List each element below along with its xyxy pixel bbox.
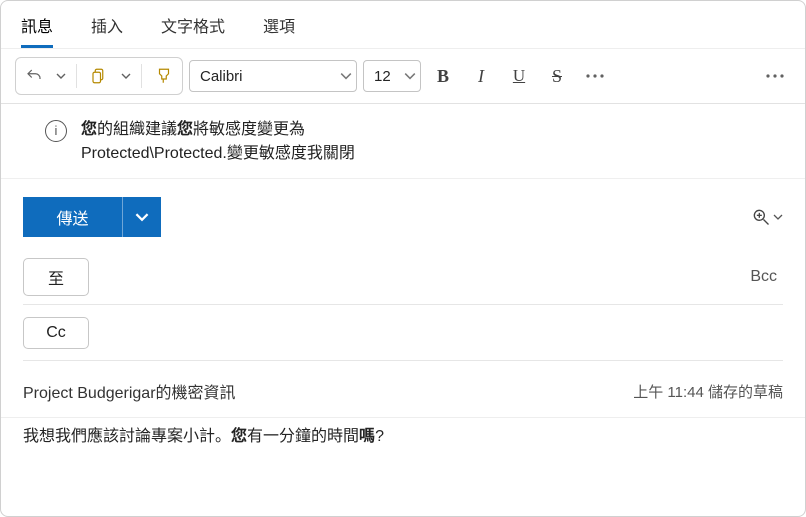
to-input[interactable] [107, 264, 726, 289]
ribbon-tabs: 訊息 插入 文字格式 選項 [1, 1, 805, 48]
chevron-down-icon [404, 70, 416, 82]
font-size-value: 12 [374, 68, 391, 85]
paste-button[interactable] [83, 60, 115, 92]
toolbar-overflow-button[interactable] [759, 60, 791, 92]
divider [141, 64, 142, 88]
format-painter-button[interactable] [148, 60, 180, 92]
underline-button[interactable]: U [503, 60, 535, 92]
draft-saved-label: 上午 11:44 儲存的草稿 [633, 381, 783, 402]
to-row: 至 Bcc [23, 249, 783, 305]
send-bar: 傳送 [1, 179, 805, 249]
italic-button[interactable]: I [465, 60, 497, 92]
strikethrough-button[interactable]: S [541, 60, 573, 92]
tab-text-format[interactable]: 文字格式 [161, 9, 225, 48]
send-split-button: 傳送 [23, 197, 161, 237]
font-name-select[interactable]: Calibri [189, 60, 357, 92]
sensitivity-info-bar: i 您的組織建議您將敏感度變更為 Protected\Protected.變更敏… [1, 104, 805, 179]
tab-options[interactable]: 選項 [263, 9, 295, 48]
cc-button[interactable]: Cc [23, 317, 89, 349]
bcc-toggle[interactable]: Bcc [744, 268, 783, 286]
zoom-control[interactable] [751, 207, 783, 227]
undo-clipboard-group [15, 57, 183, 95]
font-name-value: Calibri [200, 68, 243, 85]
chevron-down-icon [340, 70, 352, 82]
subject-row: Project Budgerigar的機密資訊 上午 11:44 儲存的草稿 [1, 361, 805, 417]
to-button[interactable]: 至 [23, 258, 89, 296]
info-icon: i [45, 120, 67, 142]
formatting-toolbar: Calibri 12 B I U S [1, 48, 805, 104]
divider [76, 64, 77, 88]
bold-button[interactable]: B [427, 60, 459, 92]
recipients-section: 至 Bcc Cc [1, 249, 805, 361]
cc-input[interactable] [107, 320, 783, 345]
cc-row: Cc [23, 305, 783, 361]
undo-button[interactable] [18, 60, 50, 92]
font-size-select[interactable]: 12 [363, 60, 421, 92]
send-button[interactable]: 傳送 [23, 197, 123, 237]
undo-dropdown[interactable] [52, 60, 70, 92]
send-options-dropdown[interactable] [123, 197, 161, 237]
sensitivity-info-text: 您的組織建議您將敏感度變更為 Protected\Protected.變更敏感度… [81, 118, 355, 166]
tab-message[interactable]: 訊息 [21, 9, 53, 48]
paste-dropdown[interactable] [117, 60, 135, 92]
magnifier-plus-icon [751, 207, 771, 227]
message-body[interactable]: 我想我們應該討論專案小計。您有一分鐘的時間嗎? [1, 417, 805, 456]
tab-insert[interactable]: 插入 [91, 9, 123, 48]
chevron-down-icon [773, 212, 783, 222]
subject-text[interactable]: Project Budgerigar的機密資訊 [23, 379, 236, 403]
more-formatting-button[interactable] [579, 60, 611, 92]
